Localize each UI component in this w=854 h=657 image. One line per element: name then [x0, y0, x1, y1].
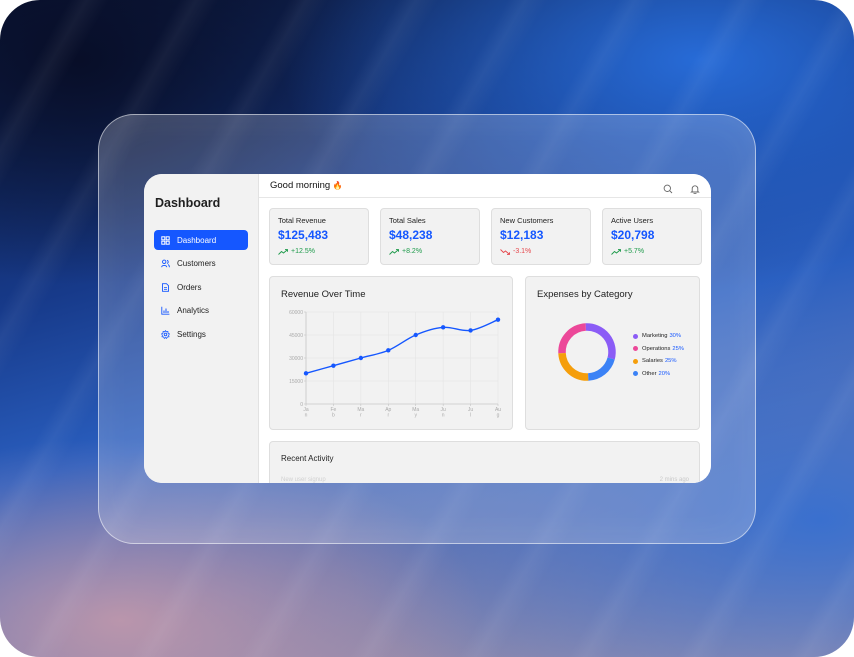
activity-item-time: 2 mins ago	[659, 477, 689, 483]
card-delta: +8.2%	[389, 248, 471, 255]
card-delta: +12.5%	[278, 248, 360, 255]
stat-cards: Total Revenue $125,483 +12.5% Total Sale…	[269, 208, 702, 265]
data-point	[358, 355, 364, 361]
legend-value: 30%	[669, 333, 682, 340]
x-tick-label: Ma y	[412, 407, 419, 419]
donut-slice-operations	[558, 323, 587, 354]
y-tick-label: 60000	[289, 310, 303, 316]
sidebar-item-settings[interactable]: Settings	[154, 324, 248, 344]
x-tick-label: Ja n	[303, 407, 309, 419]
card-value: $125,483	[278, 228, 329, 242]
x-tick-label: Fe b	[331, 407, 337, 419]
sidebar-item-customers[interactable]: Customers	[154, 254, 248, 274]
legend-label: Operations	[642, 345, 671, 352]
trend-up-icon	[611, 248, 621, 255]
trend-down-icon	[500, 248, 510, 255]
x-tick-label: Ju n	[441, 407, 447, 419]
revenue-line-chart: 015000300004500060000Ja nFe bMa rAp rMa yJu nJ…	[289, 310, 501, 419]
dashboard-window: Dashboard Dashboard Customers Orders Ana…	[144, 174, 711, 483]
card-title: New Customers	[500, 216, 554, 225]
x-tick-label: Ju l	[468, 407, 474, 419]
legend-swatch	[633, 346, 638, 352]
document-icon	[161, 282, 170, 292]
panel-title: Recent Activity	[281, 454, 334, 463]
legend-value: 25%	[664, 358, 677, 365]
bar-chart-icon	[161, 306, 170, 315]
card-title: Total Revenue	[278, 216, 326, 225]
trend-up-icon	[278, 248, 288, 255]
legend-item-operations: Operations 25%	[633, 343, 684, 356]
y-tick-label: 15000	[289, 379, 303, 385]
legend-item-marketing: Marketing 30%	[633, 330, 684, 343]
x-tick-label: Ma r	[357, 407, 364, 419]
y-tick-label: 45000	[289, 333, 303, 339]
gear-icon	[161, 329, 170, 339]
grid-icon	[161, 235, 170, 245]
legend-label: Salaries	[642, 358, 663, 365]
main-content: Good morning 🔥 Total Revenue $125,483 +1…	[259, 174, 711, 483]
fire-icon: 🔥	[332, 181, 343, 190]
stat-card-total-sales[interactable]: Total Sales $48,238 +8.2%	[380, 208, 480, 265]
legend-value: 25%	[672, 345, 684, 352]
search-icon[interactable]	[663, 181, 673, 193]
sidebar-item-orders[interactable]: Orders	[154, 277, 248, 297]
top-bar: Good morning 🔥	[259, 174, 711, 198]
expenses-panel: Expenses by Category Marketing 30% Operati…	[525, 276, 700, 430]
legend-item-other: Other 20%	[633, 368, 684, 381]
donut-slice-marketing	[585, 323, 616, 360]
recent-activity-panel: Recent Activity New user signup 2 mins a…	[269, 441, 700, 483]
bell-icon[interactable]	[690, 181, 700, 194]
legend-item-salaries: Salaries 25%	[633, 355, 684, 368]
sidebar-item-label: Analytics	[177, 306, 210, 315]
legend-swatch	[633, 333, 638, 339]
sidebar-title: Dashboard	[155, 196, 221, 210]
data-point	[303, 371, 309, 376]
greeting: Good morning 🔥	[270, 180, 343, 191]
trend-up-icon	[389, 248, 399, 255]
legend-label: Other	[642, 370, 657, 377]
sidebar-item-label: Settings	[177, 329, 206, 339]
card-value: $20,798	[611, 228, 655, 242]
data-point	[468, 328, 473, 333]
y-tick-label: 30000	[289, 356, 303, 362]
revenue-panel: Revenue Over Time 0 15000 30000 45000 60000 J…	[269, 276, 513, 430]
sidebar-item-label: Orders	[177, 282, 202, 292]
sidebar-item-label: Customers	[177, 259, 216, 268]
card-delta: -3.1%	[500, 248, 582, 255]
data-point	[331, 363, 336, 368]
donut-slice-salaries	[558, 352, 589, 381]
legend-swatch	[633, 358, 638, 364]
x-tick-label: Ap r	[385, 407, 391, 419]
donut-slice-other	[587, 357, 615, 381]
sidebar-item-label: Dashboard	[177, 235, 217, 245]
card-value: $12,183	[500, 228, 544, 242]
card-delta: +5.7%	[611, 248, 693, 255]
card-title: Total Sales	[389, 216, 426, 225]
data-point	[495, 317, 501, 322]
legend-value: 20%	[658, 370, 671, 377]
stat-card-active-users[interactable]: Active Users $20,798 +5.7%	[602, 208, 702, 265]
card-value: $48,238	[389, 228, 433, 242]
legend-label: Marketing	[642, 333, 668, 340]
activity-item-text: New user signup	[281, 477, 326, 483]
data-point	[386, 348, 391, 353]
data-point	[413, 332, 418, 338]
chart-legend: Marketing 30% Operations 25% Salaries 25% Othe…	[633, 330, 684, 380]
legend-swatch	[633, 371, 638, 377]
stat-card-total-revenue[interactable]: Total Revenue $125,483 +12.5%	[269, 208, 369, 265]
sidebar-item-analytics[interactable]: Analytics	[154, 301, 248, 321]
sidebar: Dashboard Dashboard Customers Orders Ana…	[144, 174, 259, 483]
users-icon	[161, 259, 170, 268]
sidebar-item-dashboard[interactable]: Dashboard	[154, 230, 248, 250]
background-wallpaper: Dashboard Dashboard Customers Orders Ana…	[0, 0, 854, 657]
stat-card-new-customers[interactable]: New Customers $12,183 -3.1%	[491, 208, 591, 265]
card-title: Active Users	[611, 216, 654, 225]
data-point	[440, 325, 446, 330]
x-tick-label: Au g	[495, 407, 501, 419]
